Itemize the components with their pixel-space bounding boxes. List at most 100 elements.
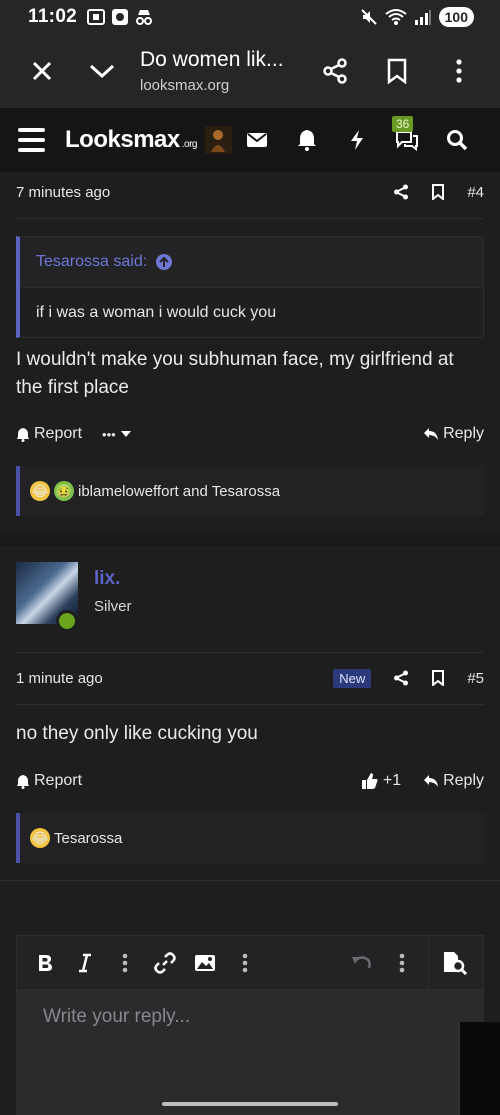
italic-button[interactable] bbox=[65, 943, 105, 983]
wifi-icon bbox=[385, 8, 407, 26]
post-4-more-button[interactable]: ••• bbox=[102, 427, 132, 442]
reply-input[interactable]: Write your reply... bbox=[17, 990, 483, 1114]
bell-icon bbox=[17, 427, 29, 442]
post-4-time[interactable]: 7 minutes ago bbox=[16, 184, 110, 201]
quote-author[interactable]: Tesarossa said: bbox=[36, 253, 147, 271]
more-vert-icon bbox=[456, 59, 462, 83]
bell-icon bbox=[17, 774, 29, 789]
share-button[interactable] bbox=[304, 41, 366, 101]
bold-button[interactable] bbox=[25, 943, 65, 983]
chat-badge: 36 bbox=[392, 116, 414, 132]
menu-icon[interactable] bbox=[18, 128, 46, 152]
site-logo[interactable]: Looksmax .org bbox=[65, 126, 197, 154]
post-5-actions: Report +1 Reply bbox=[16, 766, 484, 796]
post-4-meta: 7 minutes ago #4 bbox=[0, 172, 500, 212]
post-4-reactions[interactable]: 😂 🤢 iblameloweffort and Tesarossa bbox=[16, 466, 484, 516]
post-4-share-icon[interactable] bbox=[393, 184, 409, 200]
page-title-area[interactable]: Do women lik... looksmax.org bbox=[132, 48, 304, 94]
chevron-down-icon bbox=[89, 64, 115, 79]
post-5-meta: 1 minute ago New #5 bbox=[0, 658, 500, 698]
mute-icon bbox=[360, 8, 378, 26]
more-history-options-button[interactable] bbox=[382, 943, 422, 983]
post-4-actions: Report ••• Reply bbox=[16, 419, 484, 449]
undo-button[interactable] bbox=[342, 943, 382, 983]
reply-icon bbox=[424, 775, 439, 787]
incognito-icon bbox=[135, 9, 153, 25]
post-4-text: I wouldn't make you subhuman face, my gi… bbox=[16, 349, 454, 398]
chat-button[interactable]: 36 bbox=[382, 116, 432, 162]
image-icon bbox=[195, 954, 215, 971]
quote-header[interactable]: Tesarossa said: bbox=[20, 237, 483, 287]
new-badge: New bbox=[333, 668, 372, 688]
more-text-options-button[interactable] bbox=[105, 943, 145, 983]
close-tab-button[interactable] bbox=[12, 41, 72, 101]
post-5-share-icon[interactable] bbox=[393, 670, 409, 686]
search-icon bbox=[447, 130, 468, 151]
post-5-report-button[interactable]: Report bbox=[16, 772, 82, 790]
status-bar: 11:02 100 bbox=[0, 0, 500, 34]
reply-icon bbox=[424, 428, 439, 440]
post-5-reply-button[interactable]: Reply bbox=[423, 772, 484, 790]
image-button[interactable] bbox=[185, 943, 225, 983]
screenshot-icon bbox=[87, 9, 106, 25]
divider bbox=[16, 652, 484, 653]
more-vert-icon bbox=[242, 953, 248, 972]
preview-icon bbox=[444, 951, 468, 975]
status-time: 11:02 bbox=[28, 6, 78, 27]
post-4-reactions-text[interactable]: iblameloweffort and Tesarossa bbox=[78, 483, 280, 500]
post-5-reactions[interactable]: 😂 Tesarossa bbox=[16, 813, 484, 863]
bold-icon bbox=[39, 954, 52, 971]
post-4-number[interactable]: #4 bbox=[467, 184, 484, 201]
post-4-reply-button[interactable]: Reply bbox=[423, 425, 484, 443]
post-5-reactions-text[interactable]: Tesarossa bbox=[54, 830, 122, 847]
italic-icon bbox=[79, 953, 91, 972]
browser-toolbar: Do women lik... looksmax.org bbox=[0, 34, 500, 108]
envelope-icon bbox=[247, 133, 267, 147]
close-icon bbox=[32, 61, 52, 81]
lightning-icon bbox=[351, 130, 363, 150]
share-icon bbox=[323, 58, 347, 84]
sick-emoji-icon: 🤢 bbox=[54, 481, 74, 501]
user-avatar[interactable] bbox=[204, 126, 232, 154]
post-5-time[interactable]: 1 minute ago bbox=[16, 670, 103, 687]
gesture-nav-bar[interactable] bbox=[162, 1102, 338, 1106]
quote-text: if i was a woman i would cuck you bbox=[20, 287, 483, 337]
app-notification-icon bbox=[111, 8, 129, 26]
username[interactable]: lix. bbox=[94, 568, 120, 590]
editor-toolbar bbox=[17, 935, 483, 990]
minimize-tab-button[interactable] bbox=[72, 41, 132, 101]
post-5-like-button[interactable]: +1 bbox=[361, 772, 401, 790]
reply-editor: Write your reply... bbox=[16, 935, 484, 1115]
more-options-button[interactable] bbox=[428, 41, 490, 101]
floating-thumbnail[interactable] bbox=[458, 1022, 500, 1115]
more-insert-options-button[interactable] bbox=[225, 943, 265, 983]
post-4-bookmark-icon[interactable] bbox=[431, 184, 445, 200]
chat-icon bbox=[396, 131, 418, 151]
post-separator bbox=[0, 532, 500, 546]
divider bbox=[0, 880, 500, 881]
more-vert-icon bbox=[122, 953, 128, 972]
preview-button[interactable] bbox=[435, 943, 475, 983]
post-5-number[interactable]: #5 bbox=[467, 670, 484, 687]
alerts-button[interactable] bbox=[282, 118, 332, 162]
bookmark-icon bbox=[387, 58, 407, 84]
page-url: looksmax.org bbox=[140, 77, 230, 94]
bookmark-button[interactable] bbox=[366, 41, 428, 101]
whats-new-button[interactable] bbox=[332, 118, 382, 162]
inbox-button[interactable] bbox=[232, 118, 282, 162]
post-4-report-button[interactable]: Report bbox=[16, 425, 82, 443]
user-title: Silver bbox=[94, 598, 132, 615]
undo-icon bbox=[352, 955, 371, 968]
thumbs-up-icon bbox=[361, 773, 378, 789]
online-status-icon bbox=[56, 610, 78, 632]
arrow-up-circle-icon[interactable] bbox=[155, 253, 173, 271]
post-5-user: lix. Silver bbox=[0, 548, 500, 656]
site-header: Looksmax .org 36 bbox=[0, 108, 500, 172]
post-5-bookmark-icon[interactable] bbox=[431, 670, 445, 686]
more-vert-icon bbox=[399, 953, 405, 972]
bell-icon bbox=[298, 130, 316, 151]
page-title: Do women lik... bbox=[140, 48, 284, 71]
quote-block: Tesarossa said: if i was a woman i would… bbox=[16, 236, 484, 338]
search-button[interactable] bbox=[432, 118, 482, 162]
link-button[interactable] bbox=[145, 943, 185, 983]
